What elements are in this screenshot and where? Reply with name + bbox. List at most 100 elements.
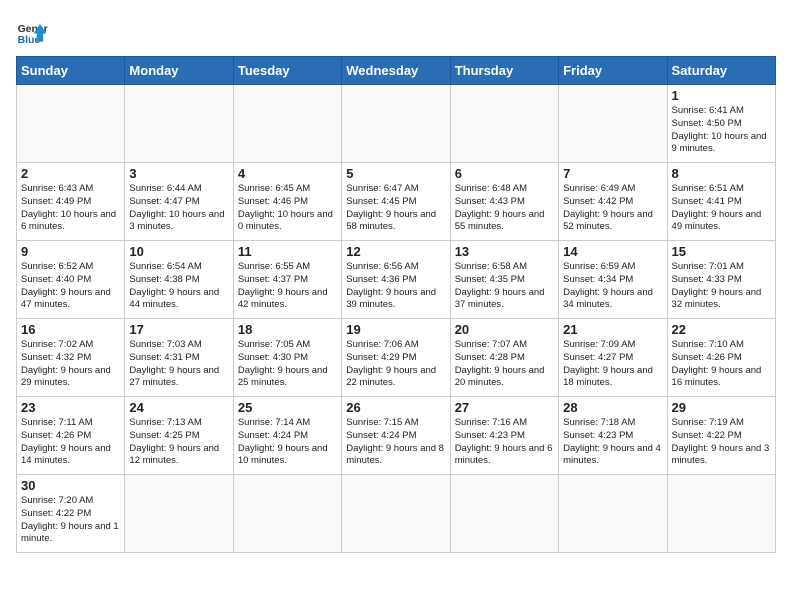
calendar-cell bbox=[125, 85, 233, 163]
day-number: 3 bbox=[129, 166, 228, 181]
day-number: 17 bbox=[129, 322, 228, 337]
day-number: 8 bbox=[672, 166, 771, 181]
day-info: Sunrise: 7:09 AM Sunset: 4:27 PM Dayligh… bbox=[563, 339, 662, 390]
calendar-cell: 9Sunrise: 6:52 AM Sunset: 4:40 PM Daylig… bbox=[17, 241, 125, 319]
day-number: 11 bbox=[238, 244, 337, 259]
calendar-cell: 18 Sunrise: 7:05 AM Sunset: 4:30 PM Dayli… bbox=[233, 319, 341, 397]
day-info: Sunrise: 6:59 AM Sunset: 4:34 PM Dayligh… bbox=[563, 261, 662, 312]
calendar-cell: 20 Sunrise: 7:07 AM Sunset: 4:28 PM Dayli… bbox=[450, 319, 558, 397]
calendar-week-row: 1Sunrise: 6:41 AM Sunset: 4:50 PM Daylig… bbox=[17, 85, 776, 163]
day-info: Sunrise: 7:14 AM Sunset: 4:24 PM Dayligh… bbox=[238, 417, 337, 468]
calendar-cell: 19 Sunrise: 7:06 AM Sunset: 4:29 PM Dayli… bbox=[342, 319, 450, 397]
calendar-cell: 2Sunrise: 6:43 AM Sunset: 4:49 PM Daylig… bbox=[17, 163, 125, 241]
logo: General Blue bbox=[16, 16, 48, 48]
day-number: 20 bbox=[455, 322, 554, 337]
day-info: Sunrise: 7:02 AM Sunset: 4:32 PM Dayligh… bbox=[21, 339, 120, 390]
page-header: General Blue bbox=[16, 16, 776, 48]
day-number: 2 bbox=[21, 166, 120, 181]
calendar-cell: 12 Sunrise: 6:56 AM Sunset: 4:36 PM Dayli… bbox=[342, 241, 450, 319]
day-number: 29 bbox=[672, 400, 771, 415]
day-info: Sunrise: 7:03 AM Sunset: 4:31 PM Dayligh… bbox=[129, 339, 228, 390]
calendar-cell: 17 Sunrise: 7:03 AM Sunset: 4:31 PM Dayli… bbox=[125, 319, 233, 397]
calendar-cell bbox=[667, 475, 775, 553]
calendar-cell: 22 Sunrise: 7:10 AM Sunset: 4:26 PM Dayli… bbox=[667, 319, 775, 397]
calendar-cell: 6 Sunrise: 6:48 AM Sunset: 4:43 PM Daylig… bbox=[450, 163, 558, 241]
day-number: 14 bbox=[563, 244, 662, 259]
calendar-cell: 16Sunrise: 7:02 AM Sunset: 4:32 PM Dayli… bbox=[17, 319, 125, 397]
day-info: Sunrise: 6:44 AM Sunset: 4:47 PM Dayligh… bbox=[129, 183, 228, 234]
day-number: 1 bbox=[672, 88, 771, 103]
day-number: 19 bbox=[346, 322, 445, 337]
calendar-cell bbox=[17, 85, 125, 163]
day-info: Sunrise: 7:15 AM Sunset: 4:24 PM Dayligh… bbox=[346, 417, 445, 468]
day-number: 21 bbox=[563, 322, 662, 337]
calendar-cell: 21 Sunrise: 7:09 AM Sunset: 4:27 PM Dayli… bbox=[559, 319, 667, 397]
day-info: Sunrise: 7:11 AM Sunset: 4:26 PM Dayligh… bbox=[21, 417, 120, 468]
day-number: 7 bbox=[563, 166, 662, 181]
calendar-cell bbox=[450, 85, 558, 163]
calendar-cell: 29 Sunrise: 7:19 AM Sunset: 4:22 PM Dayli… bbox=[667, 397, 775, 475]
day-info: Sunrise: 6:58 AM Sunset: 4:35 PM Dayligh… bbox=[455, 261, 554, 312]
day-info: Sunrise: 7:10 AM Sunset: 4:26 PM Dayligh… bbox=[672, 339, 771, 390]
day-info: Sunrise: 6:56 AM Sunset: 4:36 PM Dayligh… bbox=[346, 261, 445, 312]
day-info: Sunrise: 7:20 AM Sunset: 4:22 PM Dayligh… bbox=[21, 495, 120, 546]
calendar-week-row: 16Sunrise: 7:02 AM Sunset: 4:32 PM Dayli… bbox=[17, 319, 776, 397]
calendar-table: SundayMondayTuesdayWednesdayThursdayFrid… bbox=[16, 56, 776, 553]
calendar-cell: 4Sunrise: 6:45 AM Sunset: 4:46 PM Daylig… bbox=[233, 163, 341, 241]
logo-icon: General Blue bbox=[16, 16, 48, 48]
day-info: Sunrise: 7:05 AM Sunset: 4:30 PM Dayligh… bbox=[238, 339, 337, 390]
calendar-cell: 5 Sunrise: 6:47 AM Sunset: 4:45 PM Daylig… bbox=[342, 163, 450, 241]
calendar-cell: 14 Sunrise: 6:59 AM Sunset: 4:34 PM Dayli… bbox=[559, 241, 667, 319]
calendar-cell: 3 Sunrise: 6:44 AM Sunset: 4:47 PM Daylig… bbox=[125, 163, 233, 241]
day-number: 13 bbox=[455, 244, 554, 259]
day-number: 5 bbox=[346, 166, 445, 181]
day-number: 6 bbox=[455, 166, 554, 181]
weekday-header-friday: Friday bbox=[559, 57, 667, 85]
day-number: 15 bbox=[672, 244, 771, 259]
day-number: 30 bbox=[21, 478, 120, 493]
calendar-cell bbox=[559, 85, 667, 163]
day-number: 4 bbox=[238, 166, 337, 181]
calendar-cell bbox=[233, 475, 341, 553]
day-number: 27 bbox=[455, 400, 554, 415]
calendar-week-row: 30 Sunrise: 7:20 AM Sunset: 4:22 PM Dayli… bbox=[17, 475, 776, 553]
day-number: 9 bbox=[21, 244, 120, 259]
calendar-cell bbox=[342, 475, 450, 553]
day-info: Sunrise: 7:06 AM Sunset: 4:29 PM Dayligh… bbox=[346, 339, 445, 390]
weekday-header-monday: Monday bbox=[125, 57, 233, 85]
day-number: 18 bbox=[238, 322, 337, 337]
weekday-header-tuesday: Tuesday bbox=[233, 57, 341, 85]
day-number: 24 bbox=[129, 400, 228, 415]
calendar-week-row: 9Sunrise: 6:52 AM Sunset: 4:40 PM Daylig… bbox=[17, 241, 776, 319]
day-info: Sunrise: 6:51 AM Sunset: 4:41 PM Dayligh… bbox=[672, 183, 771, 234]
calendar-cell: 25 Sunrise: 7:14 AM Sunset: 4:24 PM Dayli… bbox=[233, 397, 341, 475]
day-info: Sunrise: 6:47 AM Sunset: 4:45 PM Dayligh… bbox=[346, 183, 445, 234]
calendar-cell: 30 Sunrise: 7:20 AM Sunset: 4:22 PM Dayli… bbox=[17, 475, 125, 553]
weekday-header-thursday: Thursday bbox=[450, 57, 558, 85]
calendar-cell: 28 Sunrise: 7:18 AM Sunset: 4:23 PM Dayli… bbox=[559, 397, 667, 475]
day-info: Sunrise: 7:13 AM Sunset: 4:25 PM Dayligh… bbox=[129, 417, 228, 468]
calendar-cell: 26Sunrise: 7:15 AM Sunset: 4:24 PM Dayli… bbox=[342, 397, 450, 475]
day-info: Sunrise: 7:18 AM Sunset: 4:23 PM Dayligh… bbox=[563, 417, 662, 468]
day-info: Sunrise: 6:48 AM Sunset: 4:43 PM Dayligh… bbox=[455, 183, 554, 234]
calendar-cell bbox=[450, 475, 558, 553]
day-info: Sunrise: 7:19 AM Sunset: 4:22 PM Dayligh… bbox=[672, 417, 771, 468]
weekday-header-wednesday: Wednesday bbox=[342, 57, 450, 85]
day-info: Sunrise: 7:16 AM Sunset: 4:23 PM Dayligh… bbox=[455, 417, 554, 468]
day-info: Sunrise: 7:07 AM Sunset: 4:28 PM Dayligh… bbox=[455, 339, 554, 390]
calendar-cell bbox=[342, 85, 450, 163]
day-info: Sunrise: 6:49 AM Sunset: 4:42 PM Dayligh… bbox=[563, 183, 662, 234]
day-number: 23 bbox=[21, 400, 120, 415]
day-number: 28 bbox=[563, 400, 662, 415]
calendar-week-row: 23 Sunrise: 7:11 AM Sunset: 4:26 PM Dayli… bbox=[17, 397, 776, 475]
day-number: 12 bbox=[346, 244, 445, 259]
day-number: 10 bbox=[129, 244, 228, 259]
day-number: 25 bbox=[238, 400, 337, 415]
calendar-cell: 27 Sunrise: 7:16 AM Sunset: 4:23 PM Dayli… bbox=[450, 397, 558, 475]
calendar-cell: 24 Sunrise: 7:13 AM Sunset: 4:25 PM Dayli… bbox=[125, 397, 233, 475]
calendar-cell: 7 Sunrise: 6:49 AM Sunset: 4:42 PM Daylig… bbox=[559, 163, 667, 241]
weekday-header-sunday: Sunday bbox=[17, 57, 125, 85]
day-number: 22 bbox=[672, 322, 771, 337]
calendar-cell bbox=[559, 475, 667, 553]
calendar-cell bbox=[233, 85, 341, 163]
